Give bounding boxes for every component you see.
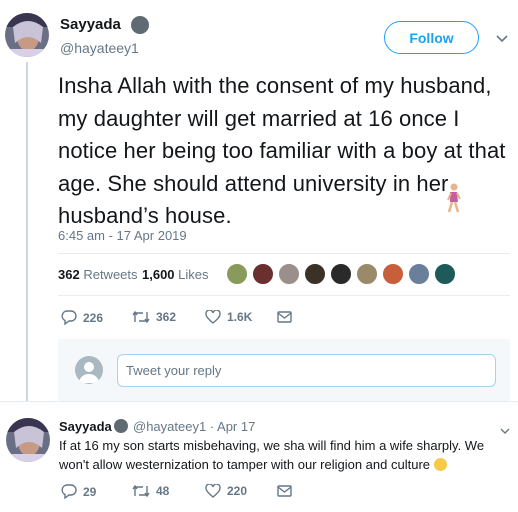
retweet-button[interactable]: 362 (132, 310, 176, 324)
retweet-button[interactable]: 48 (132, 484, 169, 498)
reply-count: 29 (83, 484, 97, 499)
envelope-icon (277, 311, 292, 323)
retweets-stat[interactable]: 362 Retweets (58, 267, 138, 282)
display-name[interactable]: Sayyada (60, 16, 121, 33)
reply-button[interactable]: 29 (61, 484, 96, 499)
divider (0, 401, 518, 402)
avatar[interactable] (5, 13, 49, 57)
divider (58, 253, 510, 254)
retweet-count: 362 (156, 310, 177, 324)
reply-text: If at 16 my son starts misbehaving, we s… (59, 438, 485, 472)
face-emoji-icon (131, 16, 149, 34)
heart-icon (205, 484, 221, 498)
reply-button[interactable]: 226 (61, 310, 103, 325)
liker-avatar[interactable] (278, 263, 300, 285)
own-avatar (75, 356, 103, 384)
user-handle[interactable]: @hayateey1 (60, 40, 139, 56)
tweet-timestamp[interactable]: 6:45 am - 17 Apr 2019 (58, 228, 187, 243)
retweet-icon (132, 484, 150, 498)
chevron-down-icon[interactable] (496, 30, 508, 48)
reply-handle-time[interactable]: @hayateey1 · Apr 17 (133, 419, 255, 434)
avatar[interactable] (6, 418, 50, 462)
liker-avatar[interactable] (304, 263, 326, 285)
retweets-label: Retweets (83, 267, 138, 282)
thread-line (26, 62, 28, 402)
retweets-count: 362 (58, 267, 80, 282)
reply-icon (61, 484, 77, 499)
reply-display-name[interactable]: Sayyada (59, 419, 112, 434)
liker-avatar[interactable] (408, 263, 430, 285)
likes-stat[interactable]: 1,600 Likes (142, 267, 209, 282)
like-button[interactable]: 1.6K (205, 310, 252, 324)
liker-avatar[interactable] (434, 263, 456, 285)
divider (58, 295, 510, 296)
liker-avatar[interactable] (252, 263, 274, 285)
likes-count: 1,600 (142, 267, 175, 282)
reply-text-block: If at 16 my son starts misbehaving, we s… (59, 436, 509, 474)
heart-icon (205, 310, 221, 324)
like-button[interactable]: 220 (205, 484, 247, 498)
reply-input[interactable]: Tweet your reply (117, 354, 496, 387)
direct-message-button[interactable] (277, 485, 292, 497)
liker-avatar[interactable] (382, 263, 404, 285)
follow-button[interactable]: Follow (384, 21, 479, 54)
person-walking-emoji-icon (444, 183, 462, 218)
reply-count: 226 (83, 310, 104, 325)
like-count: 1.6K (227, 310, 253, 324)
liker-avatar[interactable] (226, 263, 248, 285)
retweet-count: 48 (156, 484, 170, 498)
smirk-emoji-icon (433, 458, 447, 471)
envelope-icon (277, 485, 292, 497)
liker-avatar[interactable] (330, 263, 352, 285)
like-count: 220 (227, 484, 248, 498)
reply-icon (61, 310, 77, 325)
liker-avatar[interactable] (356, 263, 378, 285)
retweet-icon (132, 310, 150, 324)
face-emoji-icon (114, 419, 128, 433)
likes-label: Likes (178, 267, 209, 282)
direct-message-button[interactable] (277, 311, 292, 323)
